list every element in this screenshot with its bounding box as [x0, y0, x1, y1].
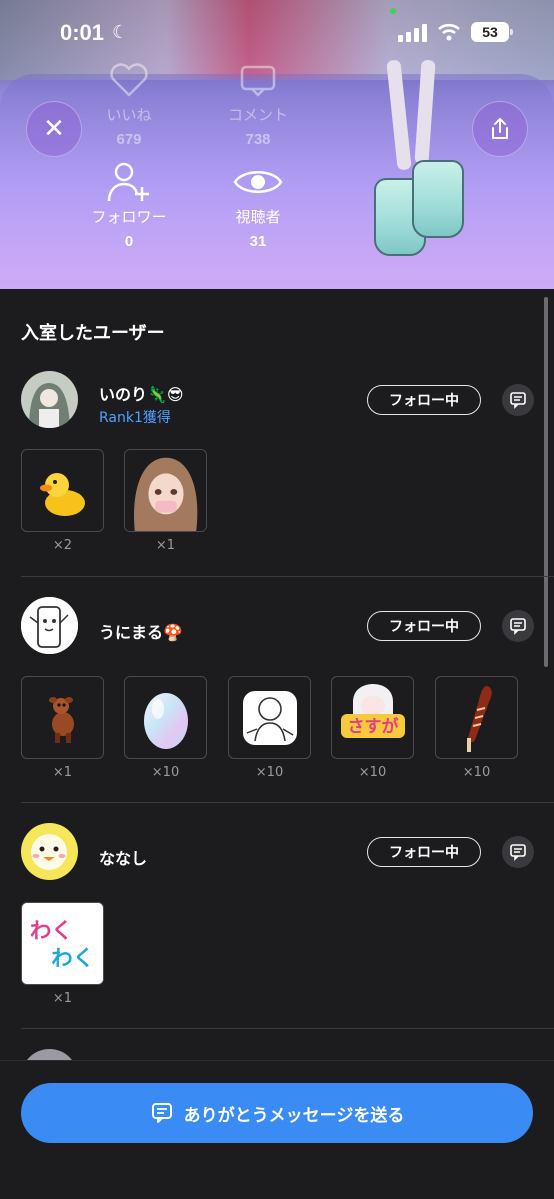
gift-count: ×1 — [52, 991, 73, 1006]
comments-stat: コメント 738 — [203, 58, 313, 148]
gift-count: ×1 — [52, 765, 73, 780]
followers-label: フォロワー — [91, 208, 167, 226]
following-button[interactable]: フォロー中 — [367, 385, 481, 415]
add-user-icon — [74, 160, 184, 204]
chat-icon — [510, 618, 526, 635]
eye-icon — [203, 160, 313, 204]
followers-stat: フォロワー 0 — [74, 160, 184, 250]
user-name[interactable]: ななし — [99, 845, 147, 869]
egg-icon — [143, 692, 188, 749]
battery-indicator: 53 — [471, 22, 513, 42]
figure-boot — [412, 160, 464, 238]
likes-value: 679 — [116, 131, 142, 148]
waku-text-1: わく — [30, 919, 73, 944]
sasuga-sticker-icon: さすが — [340, 683, 405, 738]
deer-icon — [48, 696, 74, 743]
comments-value: 738 — [245, 131, 271, 148]
gift-sketch-sticker[interactable] — [228, 676, 311, 759]
divider — [21, 576, 554, 577]
gift-wakuwaku-sticker[interactable]: わく わく — [21, 902, 104, 985]
following-button[interactable]: フォロー中 — [367, 611, 481, 641]
gift-count: ×10 — [358, 765, 387, 780]
waku-text-2: わく — [51, 946, 94, 971]
divider — [21, 1028, 554, 1029]
cellular-signal-icon — [398, 24, 428, 42]
send-thanks-message-button[interactable]: ありがとうメッセージを送る — [21, 1083, 533, 1143]
sketch-sticker-icon — [242, 690, 297, 745]
avatar[interactable] — [21, 823, 78, 880]
status-bar: 0:01 ☾ 53 — [0, 0, 554, 66]
status-time: 0:01 — [60, 20, 105, 45]
wifi-icon — [437, 22, 461, 47]
message-button[interactable] — [502, 610, 534, 642]
gift-duck[interactable] — [21, 449, 104, 532]
girl-avatar-icon — [125, 450, 206, 531]
gift-count: ×10 — [255, 765, 284, 780]
viewers-value: 31 — [249, 233, 267, 250]
avatar[interactable] — [21, 597, 78, 654]
comments-label: コメント — [227, 106, 288, 124]
following-button[interactable]: フォロー中 — [367, 837, 481, 867]
gift-sasuga-sticker[interactable]: さすが — [331, 676, 414, 759]
viewers-label: 視聴者 — [235, 208, 281, 226]
churros-icon — [466, 685, 492, 752]
divider — [21, 802, 554, 803]
moon-icon: ☾ — [112, 22, 129, 43]
user-name[interactable]: うにまる🍄 — [99, 619, 183, 643]
avatar[interactable] — [21, 371, 78, 428]
gift-count: ×10 — [151, 765, 180, 780]
chat-icon — [510, 392, 526, 409]
message-button[interactable] — [502, 836, 534, 868]
section-title: 入室したユーザー — [21, 323, 165, 344]
privacy-indicator — [390, 8, 396, 14]
viewers-stat: 視聴者 31 — [203, 160, 313, 250]
gift-count: ×10 — [462, 765, 491, 780]
gift-count: ×2 — [52, 538, 73, 553]
share-icon — [492, 118, 508, 139]
message-icon — [151, 1103, 172, 1123]
duck-icon — [39, 472, 85, 516]
close-icon: ✕ — [43, 114, 65, 144]
gift-count: ×1 — [155, 538, 176, 553]
gift-avatar-girl[interactable] — [124, 449, 207, 532]
likes-label: いいね — [106, 106, 152, 124]
likes-stat: いいね 679 — [74, 58, 184, 148]
message-button[interactable] — [502, 384, 534, 416]
chat-icon — [510, 844, 526, 861]
share-button[interactable] — [472, 101, 528, 157]
gift-deer[interactable] — [21, 676, 104, 759]
scrollbar[interactable] — [544, 297, 548, 667]
gift-churros[interactable] — [435, 676, 518, 759]
gift-egg[interactable] — [124, 676, 207, 759]
send-button-label: ありがとうメッセージを送る — [183, 1105, 405, 1126]
followers-value: 0 — [124, 233, 134, 250]
user-name[interactable]: いのり🦎😎 — [99, 381, 184, 405]
rank-badge: Rank1獲得 — [99, 410, 171, 426]
wakuwaku-sticker-icon: わく わく — [22, 903, 103, 984]
sasuga-text: さすが — [347, 716, 398, 737]
